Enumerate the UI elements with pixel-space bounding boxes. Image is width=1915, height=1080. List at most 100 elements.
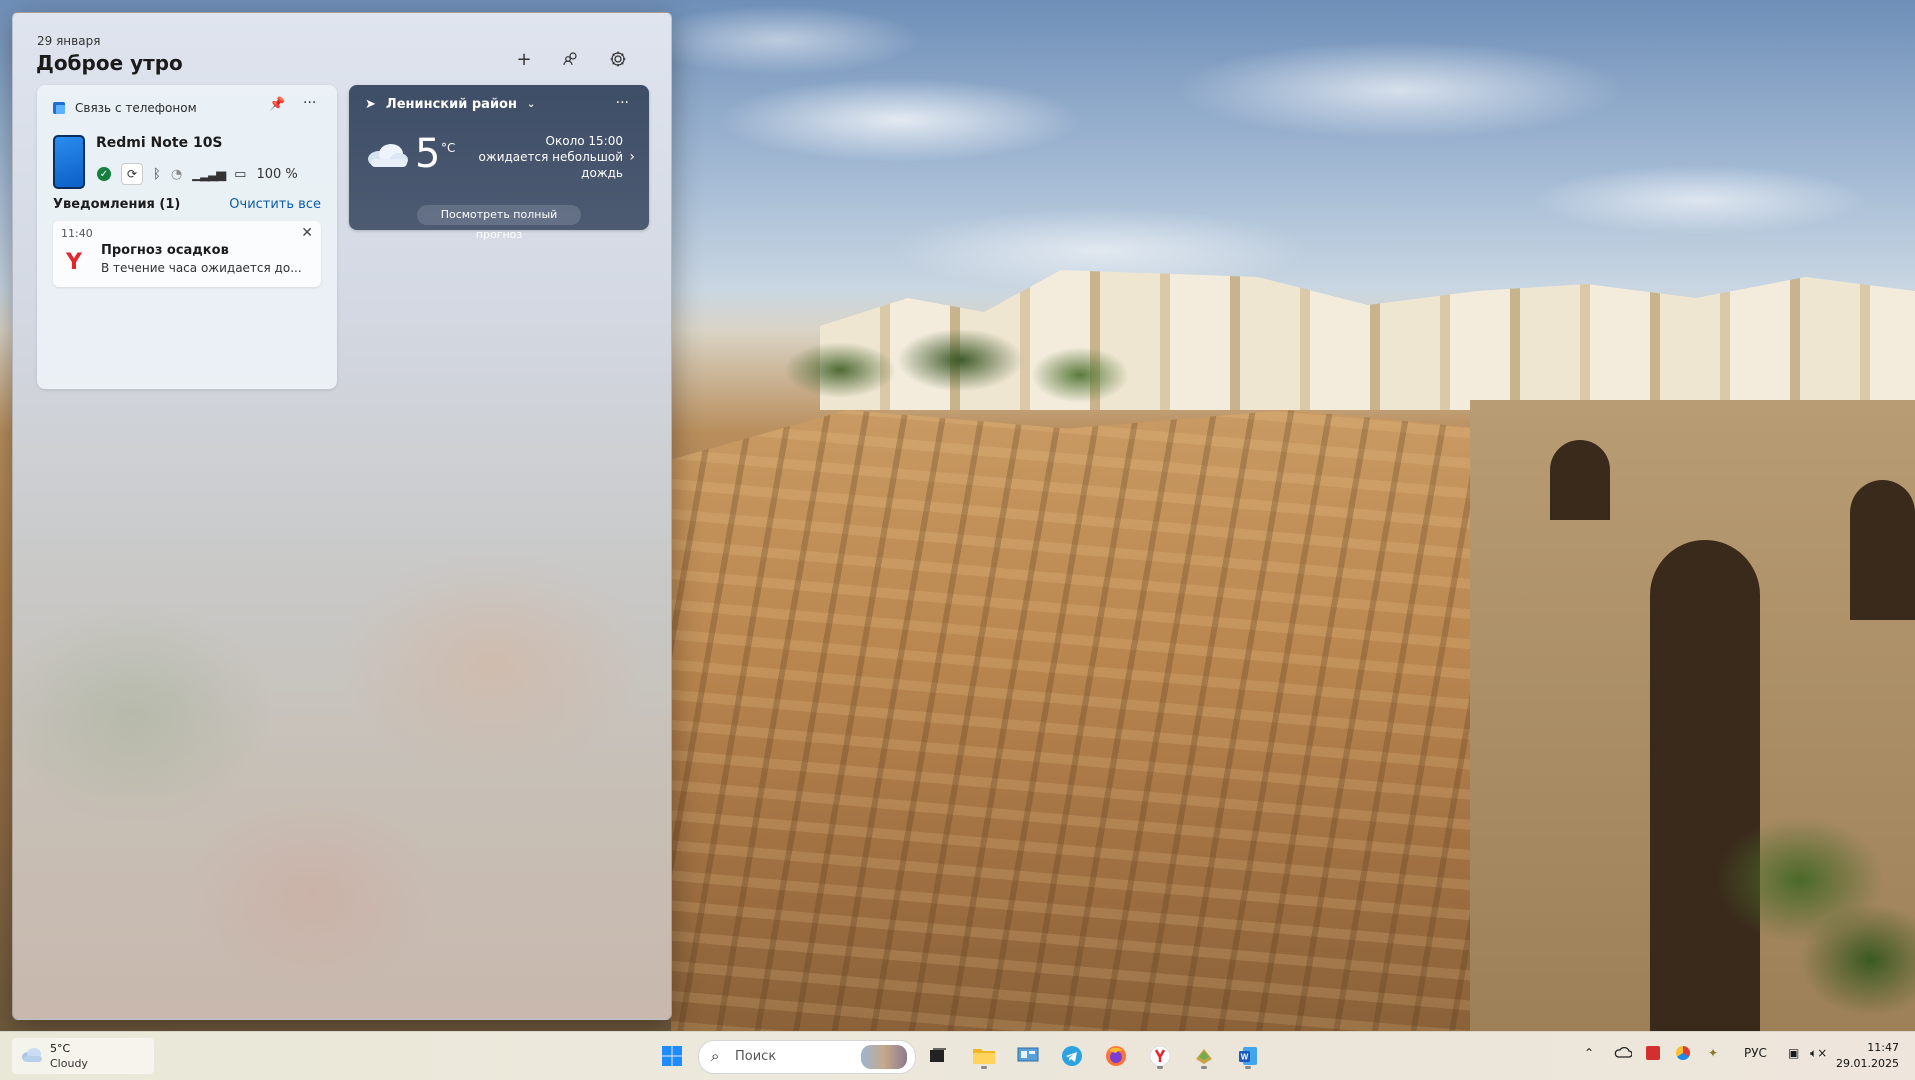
control-panel-button[interactable] [1012, 1040, 1044, 1072]
onedrive-cloud-icon [1614, 1046, 1633, 1058]
active-indicator [1245, 1066, 1251, 1069]
active-indicator [1201, 1066, 1207, 1069]
dismiss-notification-button[interactable]: ✕ [301, 225, 313, 241]
wallpaper-cliff [671, 410, 1551, 1031]
show-hidden-icons-button[interactable]: ⌃ [1584, 1046, 1594, 1060]
more-icon: ··· [615, 95, 629, 111]
taskbar: 5°C Cloudy ⌕ Поиск W ⌃ ✦ РУС ▣ 🔈︎× 11:47… [0, 1031, 1915, 1080]
taskbar-weather-desc: Cloudy [50, 1057, 88, 1070]
firefox-icon [1106, 1046, 1126, 1066]
bridge-arch [1550, 440, 1610, 520]
chevron-up-icon: ⌃ [1584, 1046, 1595, 1060]
firefox-button[interactable] [1100, 1040, 1132, 1072]
volume-button[interactable]: 🔈︎× [1810, 1046, 1827, 1061]
gear-icon [610, 51, 626, 67]
clear-all-link[interactable]: Очистить все [229, 197, 321, 212]
settings-button[interactable] [601, 43, 635, 75]
sync-icon: ⟳ [126, 167, 138, 181]
phone-link-header: Связь с телефоном [53, 101, 197, 115]
language-indicator[interactable]: РУС [1744, 1046, 1767, 1060]
weather-forecast-text: Около 15:00 ожидается небольшой дождь [478, 134, 623, 180]
weather-location[interactable]: ➤ Ленинский район ⌄ [365, 97, 535, 112]
weather-temperature: 5 [415, 131, 441, 177]
phone-card-more-button[interactable]: ··· [303, 95, 316, 111]
notification-title: Прогноз осадков [101, 243, 229, 258]
device-status-icons: ✓ ⟳ ᛒ ◔ ▁▂▃▅ ▭ 100 % [97, 163, 298, 185]
telegram-icon [1062, 1046, 1082, 1066]
network-icon: ▣ [1788, 1046, 1800, 1060]
cloud-icon [368, 144, 408, 167]
chevron-right-icon[interactable]: › [629, 149, 635, 165]
file-explorer-button[interactable] [968, 1040, 1000, 1072]
battery-level: 100 % [256, 166, 298, 182]
pin-icon: 📌 [269, 97, 286, 112]
search-placeholder: Поиск [735, 1049, 777, 1064]
widgets-panel: 29 января Доброе утро + Связь с телефоно… [12, 12, 672, 1020]
taskbar-weather-widget[interactable]: 5°C Cloudy [12, 1038, 154, 1074]
signal-icon: ▁▂▃▅ [192, 166, 226, 182]
tray-app-red-button[interactable] [1646, 1046, 1660, 1063]
weather-card[interactable]: ➤ Ленинский район ⌄ ··· 5 °C Около 15:00… [349, 85, 649, 241]
paint-icon [1196, 1049, 1212, 1064]
telegram-button[interactable] [1056, 1040, 1088, 1072]
sync-button[interactable]: ⟳ [121, 163, 143, 185]
cloud-icon [22, 1048, 42, 1062]
wifi-icon: ◔ [170, 166, 183, 182]
taskbar-weather-temp: 5°C [50, 1042, 71, 1055]
onedrive-tray-button[interactable] [1614, 1046, 1633, 1061]
search-icon: ⌕ [711, 1047, 720, 1065]
taskbar-clock[interactable]: 11:47 29.01.2025 [1836, 1040, 1899, 1072]
active-indicator [1157, 1066, 1163, 1069]
network-button[interactable]: ▣ [1788, 1046, 1799, 1060]
start-button[interactable] [656, 1040, 688, 1072]
yandex-browser-icon [1149, 1045, 1171, 1067]
smartphone-icon [53, 135, 85, 189]
people-button[interactable] [554, 43, 588, 75]
task-view-icon [930, 1048, 946, 1062]
weather-unit: °C [441, 141, 456, 155]
windows-logo-icon [662, 1046, 682, 1066]
task-view-button[interactable] [922, 1040, 954, 1072]
battery-icon: ▭ [234, 166, 247, 182]
more-icon: ··· [303, 95, 317, 111]
taskbar-search-input[interactable]: ⌕ Поиск [698, 1040, 916, 1074]
widgets-date: 29 января [37, 34, 101, 48]
word-button[interactable]: W [1232, 1040, 1264, 1072]
location-arrow-icon: ➤ [365, 97, 376, 112]
phone-link-card: Связь с телефоном 📌 ··· Redmi Note 10S ✓… [37, 85, 337, 389]
weather-location-name: Ленинский район [385, 97, 517, 112]
svg-text:W: W [1241, 1053, 1249, 1062]
notification-body: В течение часа ожидается до... [101, 261, 302, 275]
full-forecast-button[interactable]: Посмотреть полный прогноз [417, 205, 581, 241]
wallpaper-trees [780, 330, 1140, 410]
tray-app-bird-button[interactable]: ✦ [1708, 1046, 1718, 1060]
close-icon: ✕ [301, 225, 313, 241]
bluetooth-icon: ᛒ [153, 166, 161, 182]
speaker-muted-icon: 🔈︎× [1810, 1046, 1828, 1060]
bridge-arch [1850, 480, 1915, 620]
clock-date: 29.01.2025 [1836, 1057, 1899, 1070]
yandex-browser-button[interactable] [1144, 1040, 1176, 1072]
add-widget-button[interactable]: + [507, 43, 541, 75]
chevron-down-icon: ⌄ [526, 99, 536, 110]
pin-button[interactable]: 📌 [269, 97, 285, 112]
connected-check-icon: ✓ [97, 167, 111, 181]
monitor-icon [1017, 1047, 1039, 1062]
wallpaper-bushes [1650, 760, 1915, 1031]
active-indicator [981, 1066, 987, 1069]
plus-icon: + [516, 48, 532, 70]
tray-app-colored-button[interactable] [1676, 1046, 1690, 1063]
colored-app-icon [1676, 1046, 1690, 1060]
weather-more-button[interactable]: ··· [616, 95, 629, 111]
notification-item[interactable]: 11:40 ✕ Y Прогноз осадков В течение часа… [53, 221, 321, 287]
app-button[interactable] [1188, 1040, 1220, 1072]
folder-icon [973, 1049, 995, 1064]
bird-app-icon: ✦ [1708, 1046, 1719, 1060]
word-icon: W [1239, 1047, 1257, 1065]
clock-time: 11:47 [1867, 1041, 1899, 1054]
search-highlight-art [861, 1045, 907, 1069]
device-name: Redmi Note 10S [96, 135, 223, 151]
notifications-title: Уведомления (1) [53, 197, 181, 212]
people-icon [563, 52, 577, 66]
phone-link-title: Связь с телефоном [75, 101, 197, 115]
